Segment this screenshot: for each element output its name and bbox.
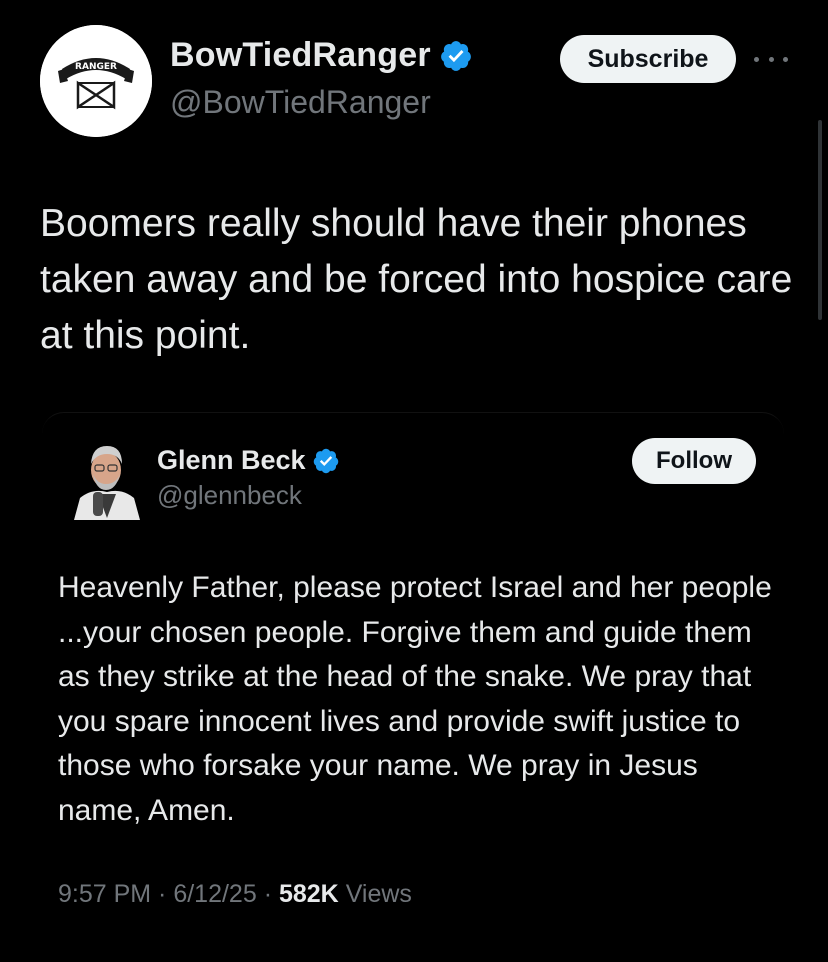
- author-name[interactable]: BowTiedRanger: [170, 36, 431, 75]
- tweet-meta: 9:57 PM · 6/12/25 · 582K Views: [58, 880, 412, 909]
- author-avatar[interactable]: RANGER: [40, 25, 152, 137]
- author-name-row: BowTiedRanger: [170, 36, 473, 75]
- author-handle[interactable]: @BowTiedRanger: [170, 84, 431, 121]
- subscribe-button[interactable]: Subscribe: [560, 35, 736, 83]
- more-dot: [754, 56, 759, 62]
- views-count: 582K: [278, 880, 339, 908]
- more-dot: [783, 56, 788, 62]
- more-dot: [768, 56, 774, 62]
- verified-badge-icon: [440, 40, 471, 71]
- meta-separator: ·: [256, 880, 279, 908]
- quote-author-handle[interactable]: @glennbeck: [157, 480, 302, 511]
- tweet-time[interactable]: 9:57 PM: [58, 880, 151, 908]
- quote-tweet-text: Heavenly Father, please protect Israel a…: [58, 571, 772, 827]
- tweet-page: RANGER BowTiedRanger @BowTiedRanger Subs…: [0, 0, 828, 962]
- person-avatar-icon: [70, 434, 144, 520]
- quote-author-name-row: Glenn Beck: [157, 445, 340, 476]
- quote-author-name[interactable]: Glenn Beck: [157, 445, 306, 476]
- tweet-date[interactable]: 6/12/25: [173, 880, 256, 908]
- meta-separator: ·: [151, 880, 174, 908]
- scroll-indicator[interactable]: [818, 120, 822, 320]
- avatar-banner-text: RANGER: [75, 62, 117, 72]
- verified-badge-icon: [313, 448, 338, 473]
- views-label: Views: [345, 880, 412, 908]
- follow-button[interactable]: Follow: [632, 438, 756, 484]
- ranger-logo-icon: RANGER: [40, 25, 152, 137]
- more-options-icon[interactable]: [754, 46, 788, 72]
- quote-author-avatar[interactable]: [70, 434, 144, 520]
- tweet-text: Boomers really should have their phones …: [40, 202, 793, 357]
